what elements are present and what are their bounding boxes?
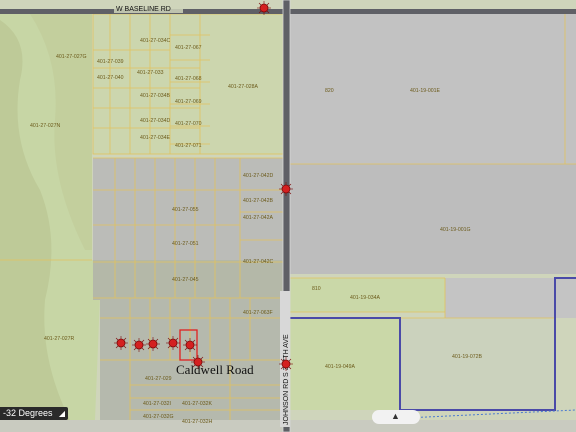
parcel-label: 401-19-001E (410, 88, 441, 94)
parcel-label: 401-27-032I (143, 401, 171, 407)
marker-icon (146, 337, 160, 351)
parcel-label: 401-27-055 (172, 207, 199, 213)
baseline-road-label: W BASELINE RD (116, 6, 171, 13)
marker-icon (183, 338, 197, 352)
ave307-road-label: S 307TH AVE (283, 334, 290, 377)
parcel-label: 401-27-040 (97, 75, 124, 81)
parcel-label: 401-27-028A (228, 84, 259, 90)
rotation-label: -32 Degrees (3, 408, 53, 418)
johnson-road-label: JOHNSON RD (283, 379, 290, 425)
parcel-area-east (445, 278, 576, 318)
marker-icon (191, 355, 205, 369)
marker-icon (257, 1, 271, 15)
marker-icon (114, 336, 128, 350)
parcel-label: 401-27-032G (143, 414, 174, 420)
marker-icon (279, 357, 293, 371)
parcel-label: 401-27-032H (182, 419, 213, 425)
parcel-label: 401-27-033 (137, 70, 164, 76)
parcel-area-072b (400, 318, 555, 410)
parcel-label: 401-27-034B (140, 93, 171, 99)
parcel-label: 401-27-034E (140, 135, 171, 141)
expand-arrow-icon: ◢ (58, 409, 65, 418)
parcel-label: 401-19-001G (440, 227, 471, 233)
parcel-label: 401-27-071 (175, 143, 202, 149)
parcel-label: 401-27-051 (172, 241, 199, 247)
marker-icon (132, 338, 146, 352)
parcel-label: 401-27-069 (175, 99, 202, 105)
map-canvas[interactable]: W BASELINE RD JOHNSON RD S 307TH AVE 820… (0, 0, 576, 432)
contour-label-2: 810 (312, 286, 321, 292)
parcel-label: 401-19-034A (350, 295, 381, 301)
marker-icon (279, 182, 293, 196)
parcel-label: 401-27-027R (44, 336, 75, 342)
parcel-label: 401-27-063F (243, 310, 273, 316)
parcel-label: 401-27-067 (175, 45, 202, 51)
parcel-label: 401-27-042A (243, 215, 274, 221)
parcel-label: 401-27-029 (145, 376, 172, 382)
parcel-label: 401-27-034C (140, 38, 171, 44)
parcel-label: 401-27-070 (175, 121, 202, 127)
map-view[interactable]: W BASELINE RD JOHNSON RD S 307TH AVE 820… (0, 0, 576, 432)
parcel-label: 401-27-039 (97, 59, 124, 65)
parcel-label: 401-19-072B (452, 354, 483, 360)
parcel-label: 401-27-034D (140, 118, 171, 124)
marker-icon (166, 336, 180, 350)
parcel-label: 401-27-042D (243, 173, 274, 179)
parcel-label: 401-27-045 (172, 277, 199, 283)
parcel-label: 401-27-068 (175, 76, 202, 82)
parcel-label: 401-27-027G (56, 54, 87, 60)
caldwell-road-label: Caldwell Road (176, 362, 254, 377)
parcel-label: 401-27-032K (182, 401, 213, 407)
contour-label-1: 820 (325, 88, 334, 94)
parcel-label: 401-19-049A (325, 364, 356, 370)
parcel-label: 401-27-027N (30, 123, 61, 129)
panel-toggle-button[interactable]: ▲ (372, 410, 420, 424)
rotation-badge[interactable]: -32 Degrees ◢ (0, 407, 68, 420)
parcel-label: 401-27-042B (243, 198, 274, 204)
parcel-label: 401-27-042C (243, 259, 274, 265)
chevron-up-icon: ▲ (391, 411, 400, 421)
